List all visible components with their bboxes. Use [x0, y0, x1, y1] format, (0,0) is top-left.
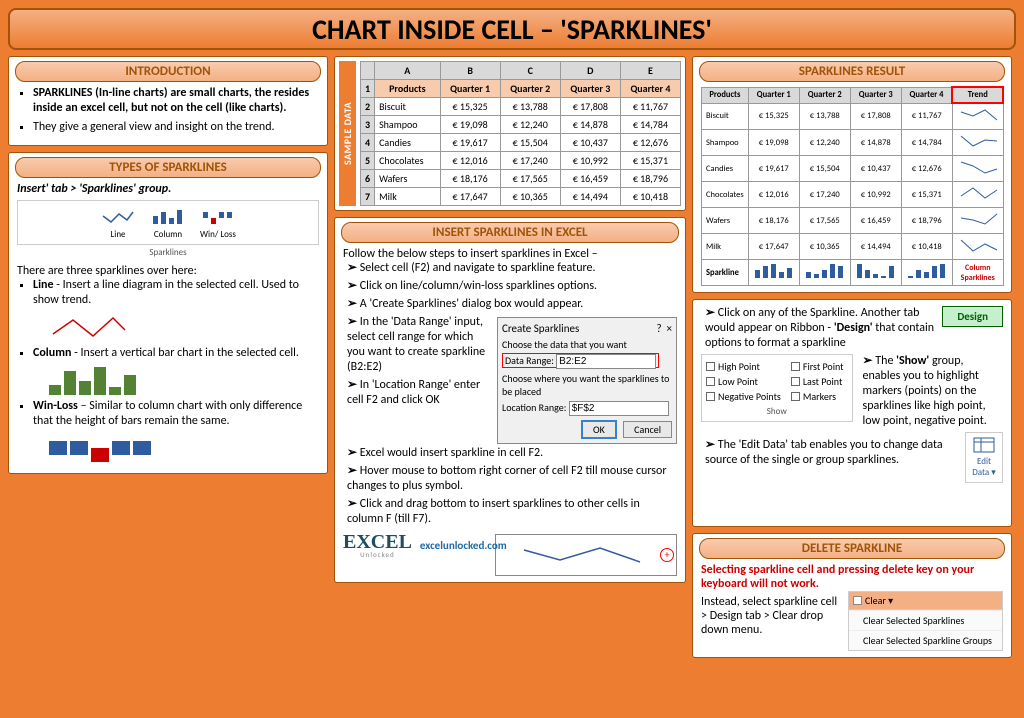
column-demo-icon	[49, 365, 319, 395]
cancel-button[interactable]: Cancel	[623, 421, 672, 438]
types-intro: There are three sparklines over here:	[17, 264, 319, 278]
intro-bullet: SPARKLINES (In-line charts) are small ch…	[33, 86, 319, 116]
step: Click on line/column/win-loss sparklines…	[347, 279, 677, 294]
delete-warning: Selecting sparkline cell and pressing de…	[701, 563, 1003, 591]
checkbox-negative[interactable]	[706, 392, 715, 401]
eraser-icon	[853, 596, 862, 605]
step: Excel would insert sparkline in cell F2.	[347, 446, 677, 461]
ribbon-column-button[interactable]: Column	[146, 205, 190, 240]
checkbox-highpoint[interactable]	[706, 362, 715, 371]
site-link[interactable]: excelunlocked.com	[420, 539, 507, 552]
show-note: The 'Show' group, enables you to highlig…	[863, 354, 1003, 429]
sample-data-table: AB CD E 1 Products Quarter 1 Quarter 2 Q…	[360, 61, 681, 206]
line-demo-icon	[49, 312, 129, 342]
insert-panel: INSERT SPARKLINES IN EXCEL Follow the be…	[334, 217, 686, 583]
page-title: CHART INSIDE CELL – 'SPARKLINES'	[8, 8, 1016, 50]
edit-data-button[interactable]: Edit Data ▾	[965, 432, 1003, 483]
data-range-input[interactable]	[556, 354, 656, 369]
create-sparklines-dialog: Create Sparklines? × Choose the data tha…	[497, 317, 677, 444]
sample-data-panel: SAMPLE DATA AB CD E 1 Products Quarter 1…	[334, 56, 686, 211]
sample-data-label: SAMPLE DATA	[339, 61, 356, 206]
insert-intro: Follow the below steps to insert sparkli…	[343, 247, 677, 261]
plus-drag-icon: +	[660, 548, 674, 562]
clear-dropdown[interactable]: Clear ▾ Clear Selected Sparklines Clear …	[848, 591, 1003, 651]
checkbox-firstpoint[interactable]	[791, 362, 800, 371]
clear-selected-sparklines[interactable]: Clear Selected Sparklines	[849, 610, 1002, 630]
edit-data-note: The 'Edit Data' tab enables you to chang…	[705, 438, 959, 468]
step: Hover mouse to bottom right corner of ce…	[347, 464, 677, 494]
clear-selected-groups[interactable]: Clear Selected Sparkline Groups	[849, 630, 1002, 650]
result-table: Products Quarter 1 Quarter 2 Quarter 3 Q…	[701, 86, 1004, 286]
types-header: TYPES OF SPARKLINES	[15, 157, 321, 178]
checkbox-markers[interactable]	[791, 392, 800, 401]
design-panel: Design Click on any of the Sparkline. An…	[692, 299, 1012, 527]
step: Select cell (F2) and navigate to sparkli…	[347, 261, 677, 276]
ribbon-group-label: Sparklines	[17, 247, 319, 258]
type-line: Line - Insert a line diagram in the sele…	[33, 278, 319, 342]
insert-header: INSERT SPARKLINES IN EXCEL	[341, 222, 679, 243]
ribbon-path: Insert' tab > 'Sparklines' group.	[17, 182, 319, 196]
type-winloss: Win-Loss – Similar to column chart with …	[33, 399, 319, 463]
column-sparkline-icon	[151, 205, 185, 229]
step: Click and drag bottom to insert sparklin…	[347, 497, 677, 527]
type-column: Column - Insert a vertical bar chart in …	[33, 346, 319, 395]
edit-data-icon	[973, 437, 995, 453]
ribbon-winloss-button[interactable]: Win/ Loss	[196, 205, 240, 240]
winloss-demo-icon	[49, 433, 319, 463]
delete-header: DELETE SPARKLINE	[699, 538, 1005, 559]
show-group: High Point First Point Low Point Last Po…	[701, 354, 853, 422]
checkbox-lastpoint[interactable]	[791, 377, 800, 386]
design-tab-button[interactable]: Design	[942, 306, 1003, 327]
intro-panel: INTRODUCTION SPARKLINES (In-line charts)…	[8, 56, 328, 146]
location-range-input[interactable]	[569, 401, 669, 416]
result-header: SPARKLINES RESULT	[699, 61, 1005, 82]
result-panel: SPARKLINES RESULT Products Quarter 1 Qua…	[692, 56, 1012, 293]
ribbon-line-button[interactable]: Line	[96, 205, 140, 240]
intro-bullet: They give a general view and insight on …	[33, 120, 319, 135]
step: A 'Create Sparklines' dialog box would a…	[347, 297, 677, 312]
checkbox-lowpoint[interactable]	[706, 377, 715, 386]
ok-button[interactable]: OK	[581, 420, 617, 439]
ribbon-sparklines-group: Line Column Win/ Loss	[17, 200, 319, 245]
line-sparkline-icon	[101, 205, 135, 229]
delete-panel: DELETE SPARKLINE Selecting sparkline cel…	[692, 533, 1012, 658]
column-sparklines-label: Column Sparklines	[961, 263, 995, 283]
winloss-sparkline-icon	[201, 205, 235, 229]
types-panel: TYPES OF SPARKLINES Insert' tab > 'Spark…	[8, 152, 328, 474]
intro-header: INTRODUCTION	[15, 61, 321, 82]
logo: EXCEL Unlocked excelunlocked.com	[343, 531, 495, 559]
sparkline-cell-drag: +	[495, 534, 677, 576]
